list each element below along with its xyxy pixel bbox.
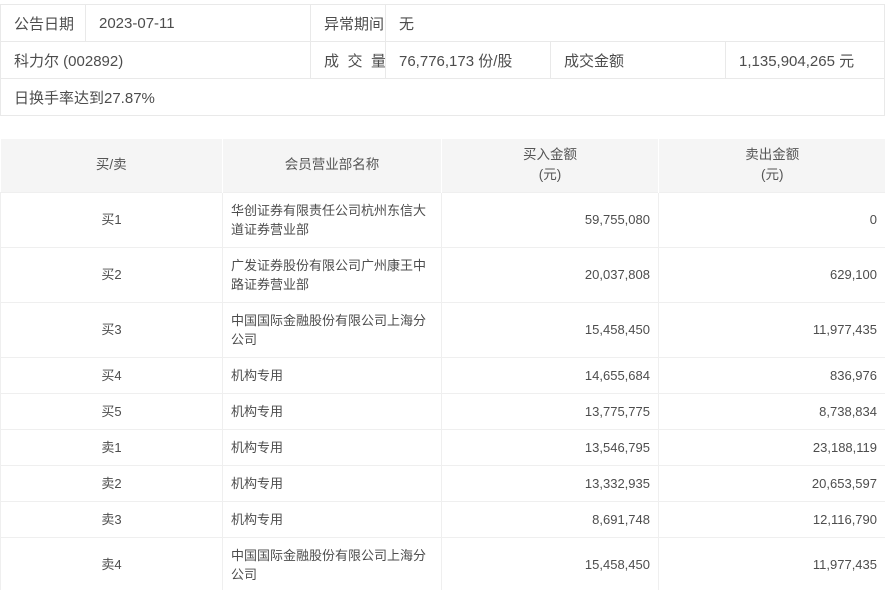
volume-label-text: 成交量: [324, 52, 386, 70]
column-header-buy-amount: 买入金额 (元): [441, 139, 659, 192]
sell-amount-cell: 23,188,119: [658, 428, 885, 466]
buy-amount-cell: 14,655,684: [441, 356, 659, 394]
sell-amount-cell: 836,976: [658, 356, 885, 394]
dept-cell: 华创证券有限责任公司杭州东信大道证券营业部: [222, 191, 442, 248]
summary-row-date: 公告日期 2023-07-11 异常期间 无: [0, 4, 885, 42]
rank-cell: 卖1: [0, 428, 223, 466]
abnormal-period-label: 异常期间: [310, 4, 386, 42]
lhb-table-header: 买/卖 会员营业部名称 买入金额 (元) 卖出金额 (元): [0, 139, 885, 192]
rank-cell: 卖4: [0, 536, 223, 590]
column-header-dept: 会员营业部名称: [222, 139, 442, 192]
lhb-page: 公告日期 2023-07-11 异常期间 无 科力尔 (002892) 成交量 …: [0, 0, 885, 590]
buy-amount-cell: 13,546,795: [441, 428, 659, 466]
table-row: 卖3 机构专用 8,691,748 12,116,790: [0, 500, 885, 538]
rank-cell: 买3: [0, 301, 223, 358]
summary-row-reason: 日换手率达到27.87%: [0, 78, 885, 116]
dept-cell: 广发证券股份有限公司广州康王中路证券营业部: [222, 246, 442, 303]
sell-amount-cell: 8,738,834: [658, 392, 885, 430]
summary-table: 公告日期 2023-07-11 异常期间 无 科力尔 (002892) 成交量 …: [0, 4, 885, 116]
column-header-sell-amount: 卖出金额 (元): [658, 139, 885, 192]
sell-amount-cell: 20,653,597: [658, 464, 885, 502]
sell-amount-header-line2: (元): [761, 167, 784, 183]
buy-amount-cell: 13,332,935: [441, 464, 659, 502]
dept-cell: 机构专用: [222, 392, 442, 430]
buy-amount-cell: 20,037,808: [441, 246, 659, 303]
rank-cell: 买2: [0, 246, 223, 303]
rank-cell: 卖3: [0, 500, 223, 538]
buy-amount-cell: 13,775,775: [441, 392, 659, 430]
sell-amount-cell: 0: [658, 191, 885, 248]
list-reason-text: 日换手率达到27.87%: [0, 78, 885, 116]
volume-value: 76,776,173 份/股: [385, 41, 551, 79]
column-header-rank: 买/卖: [0, 139, 223, 192]
sell-amount-cell: 11,977,435: [658, 301, 885, 358]
table-row: 卖4 中国国际金融股份有限公司上海分公司 15,458,450 11,977,4…: [0, 536, 885, 590]
table-row: 买3 中国国际金融股份有限公司上海分公司 15,458,450 11,977,4…: [0, 301, 885, 358]
rank-cell: 卖2: [0, 464, 223, 502]
table-row: 买5 机构专用 13,775,775 8,738,834: [0, 392, 885, 430]
turnover-value: 1,135,904,265 元: [724, 41, 885, 79]
volume-label: 成交量: [310, 41, 386, 79]
buy-amount-cell: 15,458,450: [441, 536, 659, 590]
dept-cell: 机构专用: [222, 500, 442, 538]
dept-cell: 中国国际金融股份有限公司上海分公司: [222, 536, 442, 590]
announce-date-label: 公告日期: [0, 4, 86, 42]
sell-amount-cell: 12,116,790: [658, 500, 885, 538]
buy-amount-cell: 15,458,450: [441, 301, 659, 358]
buy-amount-cell: 59,755,080: [441, 191, 659, 248]
lhb-table-body: 买1 华创证券有限责任公司杭州东信大道证券营业部 59,755,080 0 买2…: [0, 191, 885, 590]
lhb-table: 买/卖 会员营业部名称 买入金额 (元) 卖出金额 (元) 买1 华创证券有限责…: [0, 139, 885, 590]
sell-amount-cell: 11,977,435: [658, 536, 885, 590]
summary-row-stock: 科力尔 (002892) 成交量 76,776,173 份/股 成交金额 1,1…: [0, 41, 885, 79]
rank-cell: 买4: [0, 356, 223, 394]
table-row: 买1 华创证券有限责任公司杭州东信大道证券营业部 59,755,080 0: [0, 191, 885, 248]
table-row: 买2 广发证券股份有限公司广州康王中路证券营业部 20,037,808 629,…: [0, 246, 885, 303]
table-row: 买4 机构专用 14,655,684 836,976: [0, 356, 885, 394]
turnover-label: 成交金额: [550, 41, 726, 79]
dept-cell: 机构专用: [222, 356, 442, 394]
sell-amount-cell: 629,100: [658, 246, 885, 303]
buy-amount-cell: 8,691,748: [441, 500, 659, 538]
buy-amount-header-line2: (元): [538, 167, 562, 183]
abnormal-period-value: 无: [384, 4, 885, 42]
table-row: 卖1 机构专用 13,546,795 23,188,119: [0, 428, 885, 466]
sell-amount-header-line1: 卖出金额: [745, 147, 800, 163]
rank-cell: 买5: [0, 392, 223, 430]
buy-amount-header-line1: 买入金额: [523, 147, 577, 163]
table-row: 卖2 机构专用 13,332,935 20,653,597: [0, 464, 885, 502]
dept-cell: 中国国际金融股份有限公司上海分公司: [222, 301, 442, 358]
dept-cell: 机构专用: [222, 428, 442, 466]
stock-name: 科力尔 (002892): [0, 41, 311, 79]
rank-cell: 买1: [0, 191, 223, 248]
announce-date-value: 2023-07-11: [85, 4, 311, 42]
dept-cell: 机构专用: [222, 464, 442, 502]
